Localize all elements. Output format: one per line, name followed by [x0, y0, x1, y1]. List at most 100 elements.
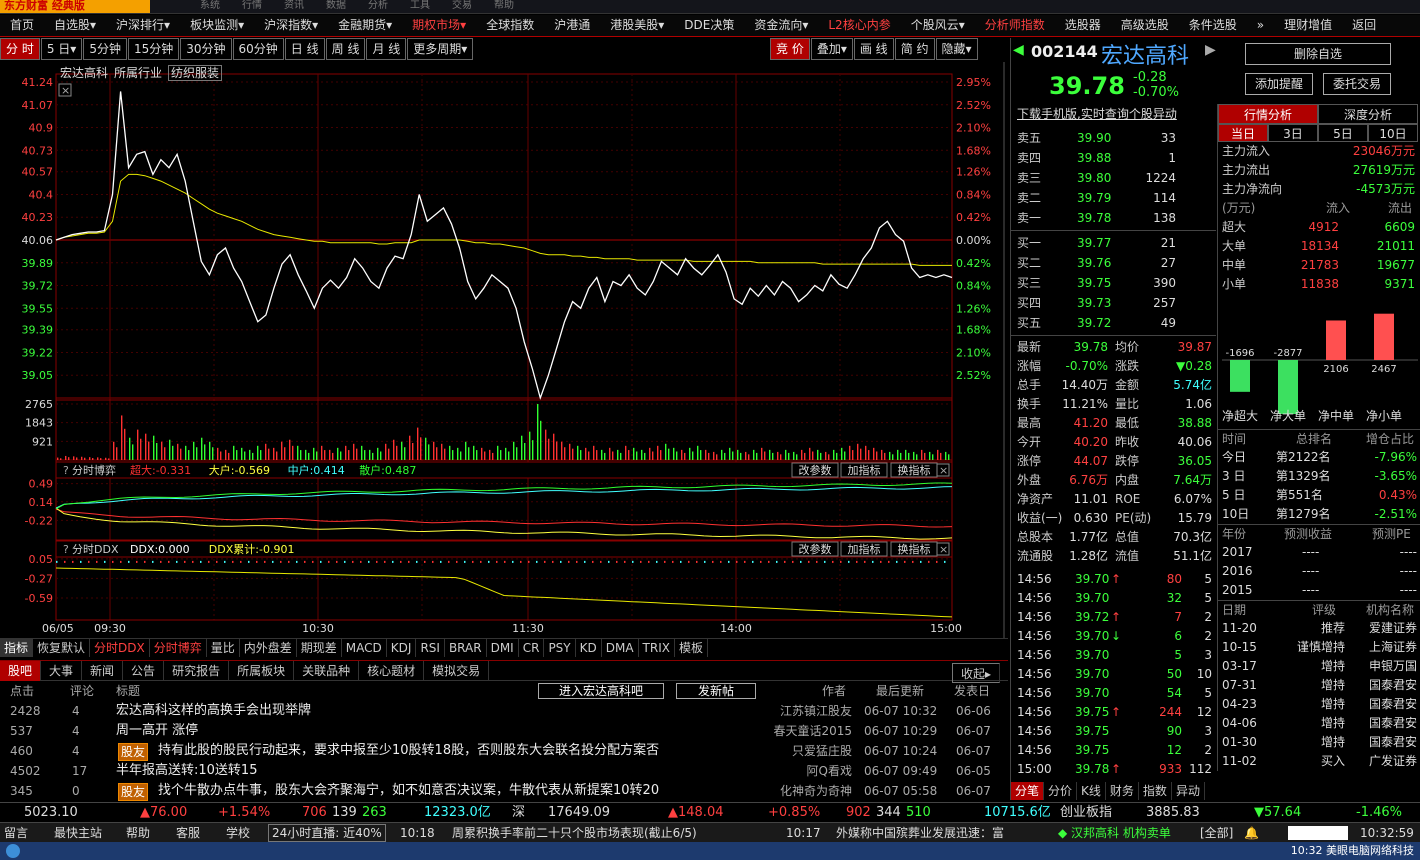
row-title[interactable]: 半年报高送转:10送转15	[116, 761, 257, 781]
flow-day-tab[interactable]: 10日	[1368, 124, 1418, 142]
indicator-tab[interactable]: KD	[576, 639, 602, 657]
nav-item[interactable]: 沪深指数▾	[254, 15, 328, 36]
period-button[interactable]: 15分钟	[127, 38, 180, 60]
search-box[interactable]	[1288, 826, 1348, 840]
period-button[interactable]: 更多周期▾	[407, 38, 474, 60]
period-button[interactable]: 周 线	[325, 38, 366, 60]
chart-tool-button[interactable]: 隐藏▾	[935, 38, 978, 60]
indicator-tab[interactable]: 模板	[675, 639, 708, 657]
nav-item[interactable]: DDE决策	[674, 15, 744, 36]
period-button[interactable]: 5分钟	[83, 38, 127, 60]
indicator-tab[interactable]: 指标	[0, 639, 34, 657]
status-help[interactable]: 帮助	[126, 823, 150, 842]
row-title[interactable]: 周一高开 涨停	[116, 721, 198, 741]
chart-tool-button[interactable]: 叠加▾	[810, 38, 853, 60]
nav-item[interactable]: 分析师指数	[975, 15, 1055, 36]
status-msg[interactable]: 留言	[4, 823, 28, 842]
trade-button[interactable]: 委托交易	[1323, 73, 1391, 95]
guba-row[interactable]: 2428 4 宏达高科这样的高换手会出现举牌 江苏镇江股友 06-07 10:32 06-…	[0, 701, 1008, 721]
quote-bottom-tab[interactable]: 分价	[1044, 782, 1078, 800]
alert-ticker[interactable]: ◆ 汉邦高科 机构卖单	[1058, 823, 1171, 842]
top-menu-item[interactable]: 数据	[326, 0, 346, 11]
nav-item[interactable]: 高级选股	[1111, 15, 1179, 36]
chart-tool-button[interactable]: 简 约	[894, 38, 935, 60]
indicator-tab[interactable]: MACD	[342, 639, 387, 657]
nav-item[interactable]: 首页	[0, 15, 44, 36]
indicator-tab[interactable]: 量比	[207, 639, 240, 657]
indicator-tab[interactable]: KDJ	[387, 639, 417, 657]
guba-tab[interactable]: 所属板块	[229, 661, 295, 681]
status-server[interactable]: 最快主站	[54, 823, 102, 842]
nav-item[interactable]: 金融期货▾	[328, 15, 402, 36]
nav-item[interactable]: 个股风云▾	[901, 15, 975, 36]
alert-all[interactable]: [全部]	[1200, 823, 1233, 842]
flow-day-tab[interactable]: 5日	[1318, 124, 1368, 142]
guba-tab[interactable]: 关联品种	[294, 661, 360, 681]
remove-watchlist-button[interactable]: 删除自选	[1245, 43, 1391, 65]
guba-tab[interactable]: 研究报告	[164, 661, 230, 681]
next-stock-icon[interactable]: ▶	[1205, 42, 1216, 58]
flow-tab[interactable]: 深度分析	[1318, 104, 1418, 124]
quote-bottom-tab[interactable]: K线	[1077, 782, 1106, 800]
guba-tab[interactable]: 核心题材	[359, 661, 425, 681]
nav-item[interactable]: 全球指数	[476, 15, 544, 36]
prev-stock-icon[interactable]: ◀	[1013, 42, 1024, 58]
new-post-button[interactable]: 发新帖	[676, 683, 756, 699]
flow-day-tab[interactable]: 3日	[1268, 124, 1318, 142]
status-service[interactable]: 客服	[176, 823, 200, 842]
indicator-tab[interactable]: 内外盘差	[240, 639, 297, 657]
indicator-tab[interactable]: RSI	[416, 639, 445, 657]
indicator-tab[interactable]: PSY	[544, 639, 576, 657]
top-menu-item[interactable]: 系统	[200, 0, 220, 11]
chart-tab[interactable]: 宏达高科	[60, 66, 108, 80]
row-title[interactable]: 持有此股的股民行动起来，要求中报至少10股转18股，否则股东大会联名投分配方案否	[158, 741, 659, 761]
flow-tab[interactable]: 行情分析	[1218, 104, 1318, 124]
download-link[interactable]: 下载手机版,实时查询个股异动	[1017, 105, 1177, 122]
nav-item[interactable]: L2核心内参	[818, 15, 900, 36]
start-icon[interactable]	[6, 844, 20, 858]
indicator-tab[interactable]: CR	[519, 639, 545, 657]
live-ticker[interactable]: 24小时直播: 近40%	[268, 824, 386, 842]
indicator-tab[interactable]: DMI	[487, 639, 519, 657]
indicator-tab[interactable]: TRIX	[639, 639, 675, 657]
guba-tab[interactable]: 股吧	[0, 661, 42, 681]
period-button[interactable]: 日 线	[284, 38, 325, 60]
quote-bottom-tab[interactable]: 财务	[1106, 782, 1139, 800]
nav-item[interactable]: 理财增值	[1274, 15, 1342, 36]
flow-day-tab[interactable]: 当日	[1218, 124, 1268, 142]
nav-item[interactable]: »	[1247, 15, 1274, 36]
indicator-tab[interactable]: BRAR	[445, 639, 487, 657]
period-button[interactable]: 分 时	[0, 38, 40, 60]
top-menu-item[interactable]: 工具	[410, 0, 430, 11]
guba-row[interactable]: 537 4 周一高开 涨停 春天童话2015 06-07 10:29 06-07	[0, 721, 1008, 741]
period-button[interactable]: 5 日▾	[40, 38, 83, 60]
nav-item[interactable]: 期权市场▾	[402, 15, 476, 36]
guba-row[interactable]: 345 0 股友 找个牛散办点牛事，股东大会齐聚海宁，如不如意否决议案，牛散代表从新提…	[0, 781, 1008, 801]
top-menu-item[interactable]: 行情	[242, 0, 262, 11]
intraday-chart[interactable]: 41.24 2.95% 41.07 2.52% 40.9 2.10% 40.73 1.68% 4…	[0, 62, 1008, 640]
news1[interactable]: 周累积换手率前二十只个股市场表现(截止6/5)	[452, 823, 697, 842]
collapse-button[interactable]: 收起▸	[951, 663, 1000, 683]
top-menu-item[interactable]: 资讯	[284, 0, 304, 11]
nav-item[interactable]: 板块监测▾	[180, 15, 254, 36]
nav-item[interactable]: 条件选股	[1179, 15, 1247, 36]
nav-item[interactable]: 自选股▾	[44, 15, 106, 36]
chart-tool-button[interactable]: 竞 价	[770, 38, 810, 60]
bell-icon[interactable]: 🔔	[1244, 823, 1259, 842]
nav-item[interactable]: 沪深排行▾	[106, 15, 180, 36]
guba-tab[interactable]: 模拟交易	[424, 661, 490, 681]
indicator-tab[interactable]: 分时DDX	[90, 639, 150, 657]
nav-item[interactable]: 选股器	[1055, 15, 1111, 36]
quote-bottom-tab[interactable]: 指数	[1139, 782, 1172, 800]
nav-item[interactable]: 港股美股▾	[600, 15, 674, 36]
status-school[interactable]: 学校	[226, 823, 250, 842]
indicator-tab[interactable]: DMA	[602, 639, 639, 657]
chart-tab[interactable]: 纺织服装	[168, 65, 223, 81]
nav-item[interactable]: 沪港通	[544, 15, 600, 36]
indicator-tab[interactable]: 期现差	[297, 639, 342, 657]
enter-guba-button[interactable]: 进入宏达高科吧	[538, 683, 664, 699]
quote-bottom-tab[interactable]: 异动	[1172, 782, 1205, 800]
guba-row[interactable]: 460 4 股友 持有此股的股民行动起来，要求中报至少10股转18股，否则股东大会联名…	[0, 741, 1008, 761]
guba-row[interactable]: 4502 17 半年报高送转:10送转15 阿Q看戏 06-07 09:49 06-05	[0, 761, 1008, 781]
row-title[interactable]: 找个牛散办点牛事，股东大会齐聚海宁，如不如意否决议案，牛散代表从新提案10转20	[158, 781, 659, 801]
